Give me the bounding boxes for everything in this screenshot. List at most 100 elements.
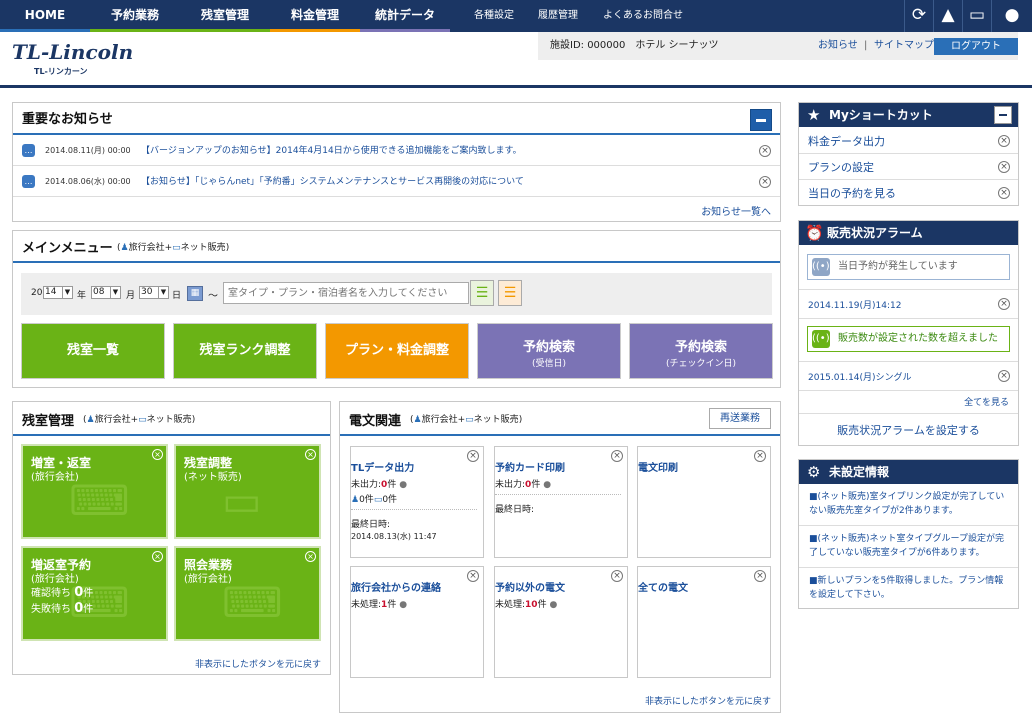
unset-item[interactable]: ■(ネット販売)室タイプリンク設定が完了していない販売先室タイプが2件あります。 (799, 490, 1018, 526)
reservation-search-checkin-button[interactable]: 予約検索 (チェックイン日) (629, 323, 773, 379)
last-label: 最終日時: (351, 520, 391, 530)
year-select[interactable]: 14 ▼ (43, 286, 73, 299)
close-icon[interactable]: × (998, 298, 1010, 310)
configure-alarm-link[interactable]: 販売状況アラームを設定する (799, 413, 1018, 446)
shortcut-item[interactable]: プランの設定 × (799, 155, 1018, 180)
button-sub: (チェックイン日) (665, 359, 737, 369)
close-icon[interactable]: × (759, 145, 771, 157)
logout-button[interactable]: ログアウト (934, 38, 1018, 55)
plan-rate-button[interactable]: プラン・料金調整 (325, 323, 469, 379)
news-link[interactable]: 【お知らせ】「じゃらんnet」「予約番」システムメンテナンスとサービス再開後の対… (141, 167, 524, 197)
close-icon[interactable]: × (998, 187, 1010, 199)
status-unit: 件 (537, 600, 547, 610)
telegram-print-tile[interactable]: × 電文印刷 (637, 446, 771, 558)
alarm-date[interactable]: 2014.11.19(月)14:12 (808, 298, 902, 311)
refresh-icon[interactable]: ⟳ (904, 0, 933, 32)
header: TL-Lincoln TL-リンカーン 施設ID: 000000 ホテル シーナ… (0, 32, 1032, 88)
add-return-room-tile[interactable]: ⌨ 増室・返室 (旅行会社) × (21, 444, 168, 539)
link-history[interactable]: 履歴管理 (538, 0, 578, 32)
pending-value: 0 (74, 585, 84, 600)
close-icon[interactable]: × (611, 570, 623, 582)
orange-list-icon[interactable]: ☰ (498, 280, 522, 306)
room-rank-button[interactable]: 残室ランク調整 (173, 323, 317, 379)
alarm-date[interactable]: 2015.01.14(月)シングル (808, 370, 912, 383)
tab-stats[interactable]: 統計データ (360, 0, 450, 32)
link-news[interactable]: お知らせ (818, 32, 858, 60)
alarm-item[interactable]: ((•)) 販売数が設定された数を超えました (807, 326, 1010, 352)
day-select[interactable]: 30 ▼ (139, 286, 169, 299)
close-icon[interactable]: × (305, 449, 316, 460)
green-list-icon[interactable]: ☰ (470, 280, 494, 306)
tab-reservation[interactable]: 予約業務 (90, 0, 180, 32)
shortcut-item[interactable]: 当日の予約を見る × (799, 181, 1018, 206)
tab-home[interactable]: HOME (0, 0, 90, 32)
alarm-text: 販売数が設定された数を超えました (838, 333, 998, 344)
user-icon[interactable]: ● (991, 0, 1032, 32)
tab-room[interactable]: 残室管理 (180, 0, 270, 32)
net-count: 0件 (382, 495, 398, 505)
resend-button[interactable]: 再送業務 (709, 408, 771, 429)
tl-data-tile[interactable]: × TLデータ出力 未出力:0件 ● ♟0件▭0件 最終日時: 2014.08.… (350, 446, 484, 558)
close-icon[interactable]: × (754, 450, 766, 462)
telegram-divider (340, 434, 780, 436)
alert-icon[interactable]: ▲ (933, 0, 962, 32)
room-legend: (♟旅行会社+▭ネット販売) (83, 415, 196, 425)
other-telegram-tile[interactable]: × 予約以外の電文 未処理:10件 ● (494, 566, 628, 678)
link-sitemap[interactable]: サイトマップ (874, 32, 934, 60)
agency-icon: ♟ (413, 415, 422, 425)
info-icon: ● (399, 480, 408, 490)
logo[interactable]: TL-Lincoln (12, 40, 133, 64)
link-faq[interactable]: よくあるお問合せ (603, 0, 683, 32)
room-list-button[interactable]: 残室一覧 (21, 323, 165, 379)
room-adjust-tile[interactable]: ▭ 残室調整 (ネット販売) × (174, 444, 321, 539)
monitor-icon[interactable]: ▭ (962, 0, 991, 32)
close-icon[interactable]: × (754, 570, 766, 582)
close-icon[interactable]: × (467, 450, 479, 462)
shortcut-item[interactable]: 料金データ出力 × (799, 129, 1018, 154)
news-collapse-button[interactable] (750, 109, 772, 131)
news-more-link[interactable]: お知らせ一覧へ (701, 203, 771, 218)
close-icon[interactable]: × (305, 551, 316, 562)
shortcut-title: Myショートカット (829, 108, 933, 122)
calendar-icon[interactable]: ▦ (187, 286, 203, 301)
month-select[interactable]: 08 ▼ (91, 286, 121, 299)
close-icon[interactable]: × (611, 450, 623, 462)
all-telegram-tile[interactable]: × 全ての電文 (637, 566, 771, 678)
room-reservation-tile[interactable]: ⌨ 増返室予約 (旅行会社) 確認待ち 0件 失敗待ち 0件 × (21, 546, 168, 641)
agency-icon: ♟ (120, 243, 129, 253)
search-input[interactable] (223, 282, 469, 304)
unset-panel: ⚙ 未設定情報 ■(ネット販売)室タイプリンク設定が完了していない販売先室タイプ… (798, 459, 1019, 609)
news-bubble-icon: … (22, 144, 35, 157)
news-link[interactable]: 【バージョンアップのお知らせ】2014年4月14日から使用できる追加機能をご案内… (141, 136, 522, 166)
restore-hidden-link[interactable]: 非表示にしたボタンを元に戻す (195, 657, 321, 670)
tab-rate[interactable]: 料金管理 (270, 0, 360, 32)
main-menu-panel: メインメニュー (♟旅行会社+▭ネット販売) 20 14 ▼ 年 08 ▼ 月 30… (12, 230, 781, 388)
tile-status: 未処理:1件 ● (351, 597, 407, 610)
agency-contact-tile[interactable]: × 旅行会社からの連絡 未処理:1件 ● (350, 566, 484, 678)
tile-status: 未処理:10件 ● (495, 597, 557, 610)
tile-status: 未出力:0件 ● (495, 477, 551, 490)
legend-agency: 旅行会社 (128, 243, 165, 253)
button-label: 予約検索 (522, 340, 575, 355)
close-icon[interactable]: × (998, 370, 1010, 382)
link-settings[interactable]: 各種設定 (474, 0, 514, 32)
restore-hidden-link[interactable]: 非表示にしたボタンを元に戻す (645, 694, 771, 707)
monitor-icon: ▭ (465, 415, 474, 425)
close-icon[interactable]: × (998, 161, 1010, 173)
close-icon[interactable]: × (152, 449, 163, 460)
inquiry-tile[interactable]: ⌨ 照会業務 (旅行会社) × (174, 546, 321, 641)
close-icon[interactable]: × (998, 135, 1010, 147)
shortcut-collapse-button[interactable] (994, 106, 1012, 124)
unset-item[interactable]: ■新しいプランを5件取得しました。プラン情報を設定して下さい。 (799, 574, 1018, 608)
close-icon[interactable]: × (152, 551, 163, 562)
reservation-card-tile[interactable]: × 予約カード印刷 未出力:0件 ● 最終日時: (494, 446, 628, 558)
telegram-title: 電文関連 (349, 414, 402, 429)
reservation-search-received-button[interactable]: 予約検索 (受信日) (477, 323, 621, 379)
alarm-item[interactable]: ((•)) 当日予約が発生しています (807, 254, 1010, 280)
year-label: 年 (77, 291, 87, 301)
unset-item[interactable]: ■(ネット販売)ネット室タイプグループ設定が完了していない販売室タイプが6件あり… (799, 532, 1018, 568)
see-all-link[interactable]: 全てを見る (964, 395, 1009, 408)
close-icon[interactable]: × (759, 176, 771, 188)
close-icon[interactable]: × (467, 570, 479, 582)
desk-icon: ⌨ (69, 476, 130, 525)
